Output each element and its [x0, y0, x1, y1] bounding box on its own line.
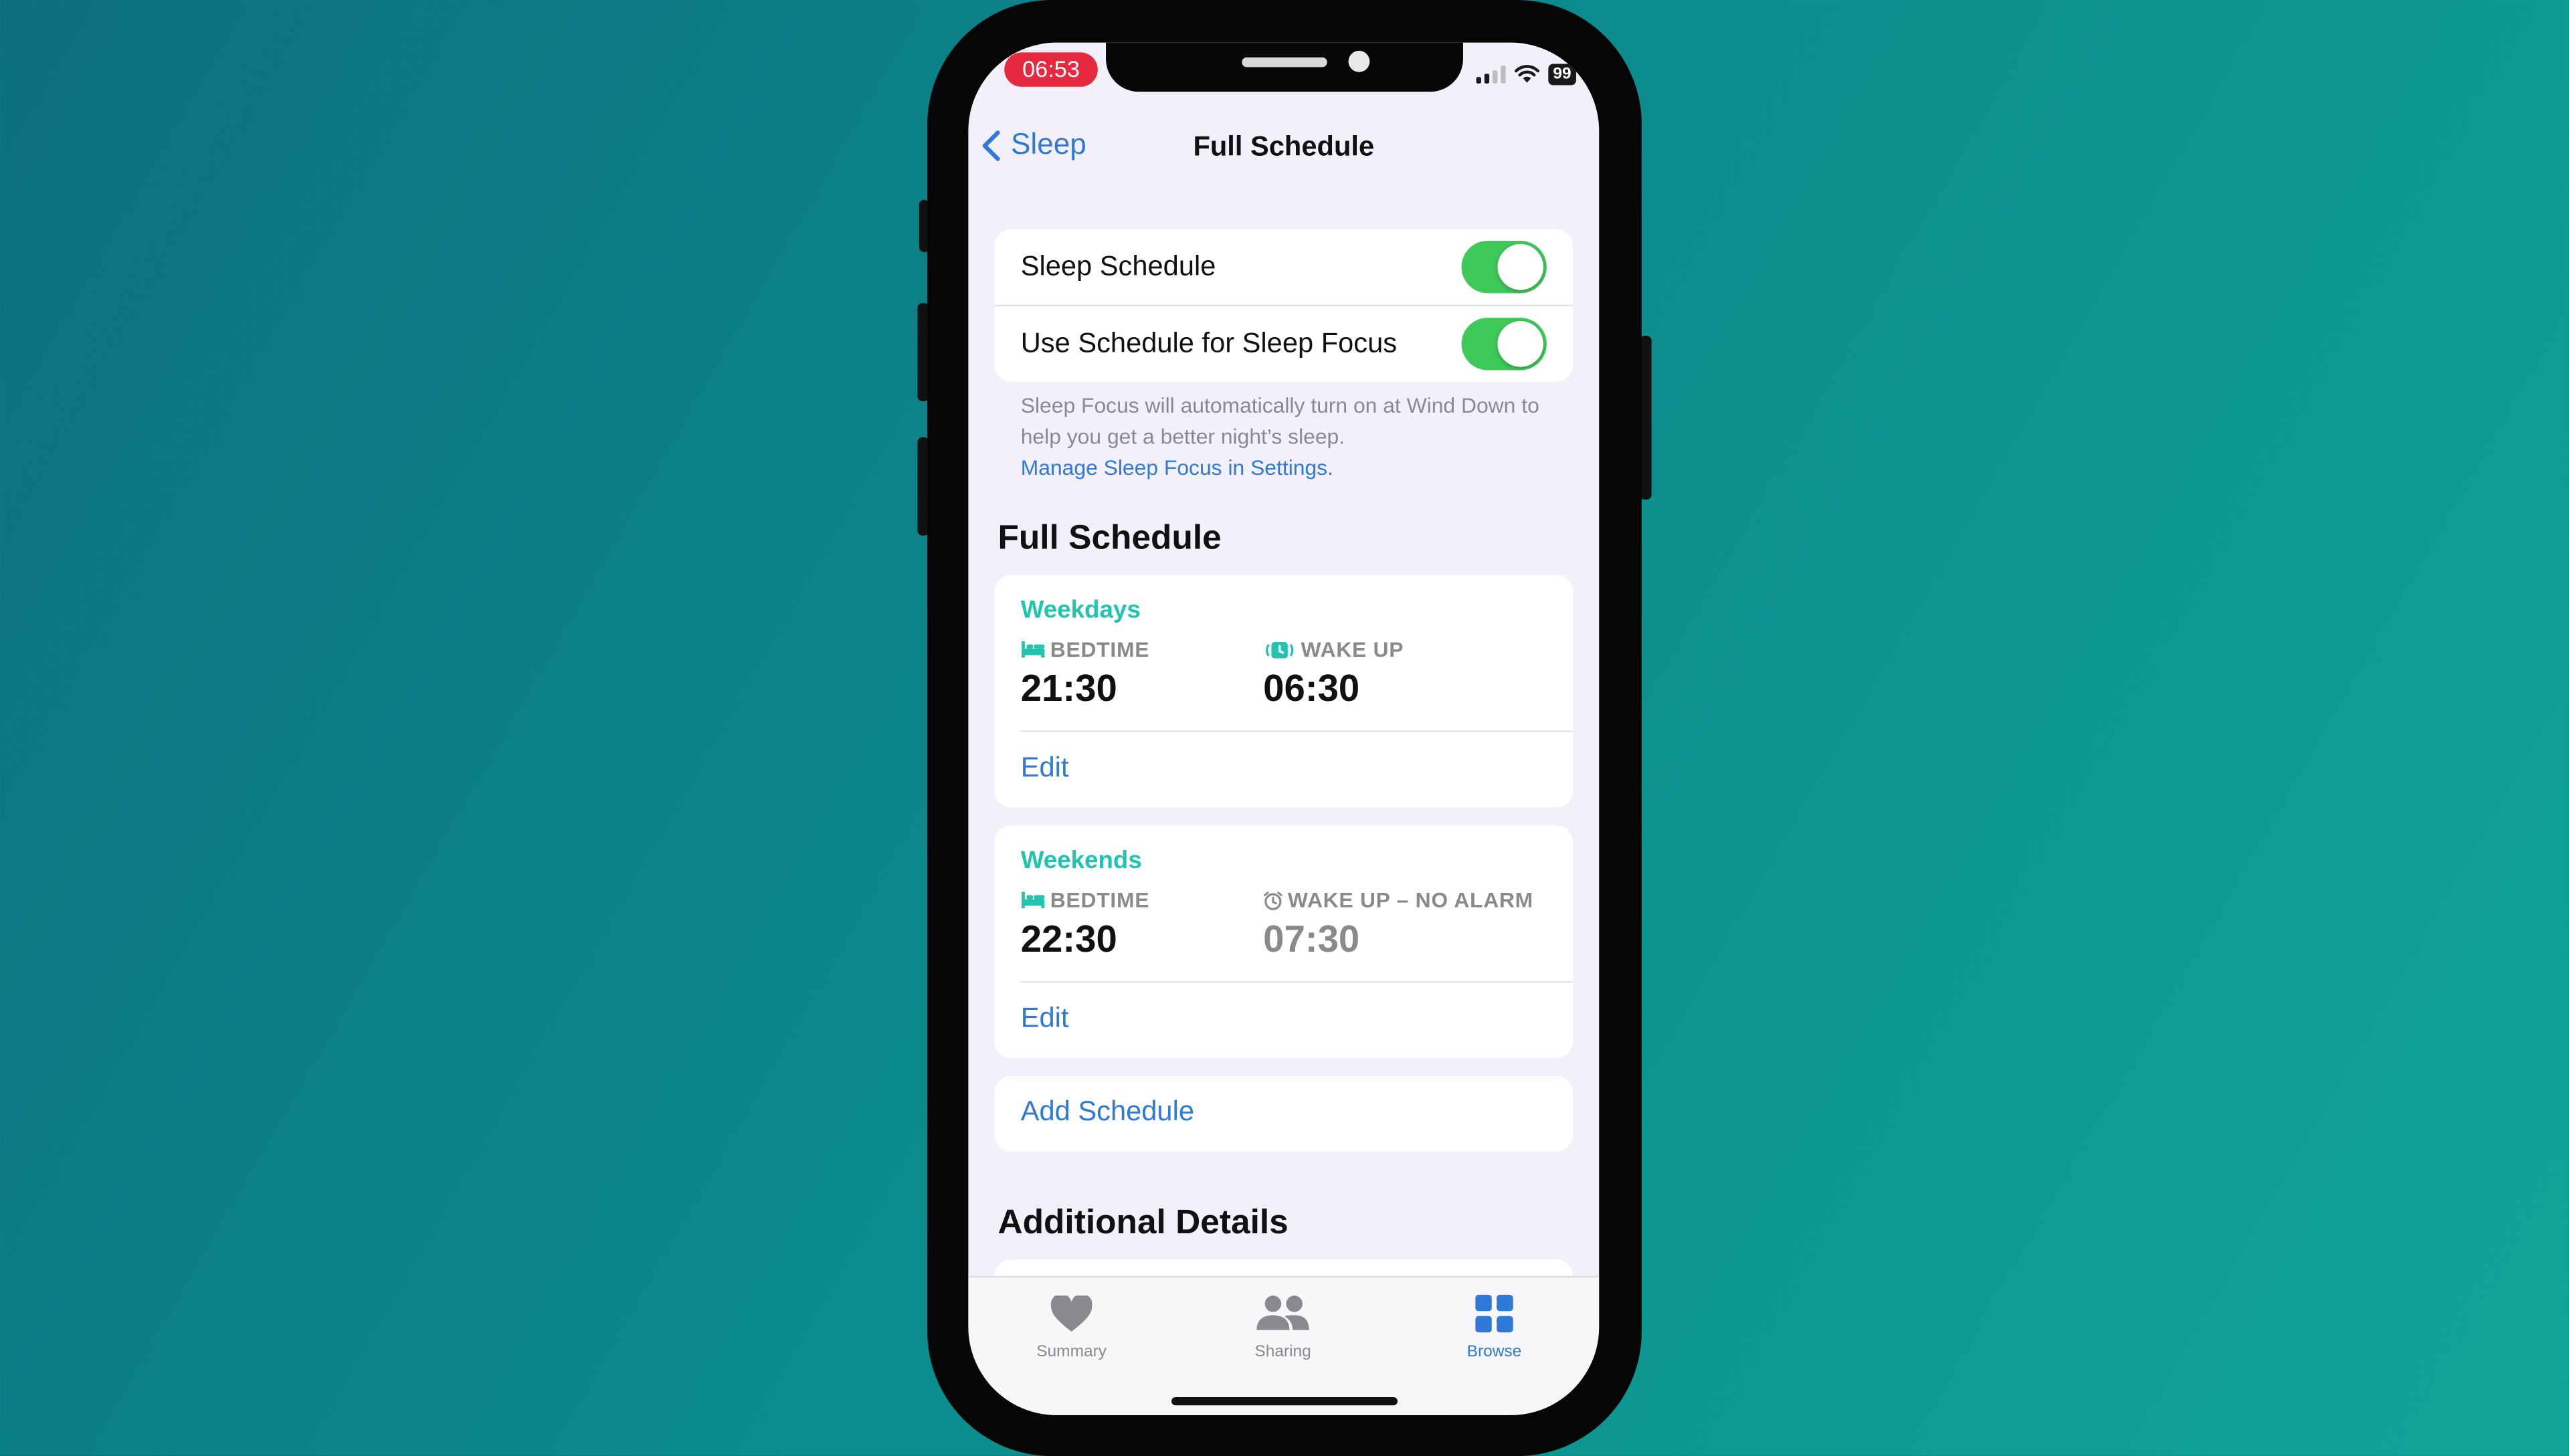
- schedule-title: Weekdays: [1020, 596, 1141, 625]
- status-time[interactable]: 06:53: [1004, 52, 1098, 87]
- toggle-label: Use Schedule for Sleep Focus: [1020, 327, 1398, 359]
- bedtime-value: 21:30: [1020, 666, 1117, 710]
- battery-indicator: 99: [1547, 63, 1576, 85]
- front-camera: [1348, 50, 1370, 72]
- additional-details-heading: Additional Details: [997, 1204, 1289, 1242]
- manage-sleep-focus-link[interactable]: Manage Sleep Focus in Settings.: [1021, 452, 1545, 484]
- bed-icon: [1021, 892, 1045, 908]
- toggle-row-sleep-schedule: Sleep Schedule: [995, 229, 1573, 305]
- stage: 06:53 99 Sleep Full Schedule Sleep Sched…: [0, 0, 2569, 1456]
- bed-icon: [1021, 641, 1045, 658]
- toggles-card: Sleep Schedule Use Schedule for Sleep Fo…: [994, 229, 1574, 382]
- people-icon: [1256, 1295, 1309, 1330]
- edit-weekends-button[interactable]: Edit: [1021, 1003, 1069, 1035]
- sleep-focus-toggle[interactable]: [1461, 318, 1547, 371]
- alarm-ringing-icon: [1266, 641, 1294, 658]
- bedtime-label: BEDTIME: [1021, 888, 1150, 912]
- page-title: Full Schedule: [1193, 130, 1375, 163]
- add-schedule-button[interactable]: Add Schedule: [1021, 1096, 1194, 1128]
- power-button: [1640, 336, 1652, 500]
- schedule-card-weekdays: Weekdays BEDTIME 21:30 WAKE UP 06:30 Edi…: [994, 575, 1574, 808]
- cellular-signal-icon: [1476, 64, 1506, 83]
- edit-weekdays-button[interactable]: Edit: [1021, 752, 1069, 785]
- sleep-focus-footnote: Sleep Focus will automatically turn on a…: [1021, 390, 1545, 484]
- card-divider: [1020, 980, 1574, 983]
- heart-icon: [1050, 1294, 1092, 1331]
- wake-up-value: 06:30: [1263, 666, 1360, 710]
- tab-bar: Summary Sharing Browse: [968, 1275, 1600, 1415]
- toggle-label: Sleep Schedule: [1020, 250, 1216, 282]
- schedule-title: Weekends: [1020, 847, 1142, 875]
- wifi-icon: [1514, 65, 1539, 83]
- bedtime-label: BEDTIME: [1021, 637, 1150, 661]
- sleep-schedule-toggle[interactable]: [1461, 241, 1547, 294]
- alarm-clock-icon: [1264, 891, 1282, 910]
- tab-label: Browse: [1466, 1343, 1522, 1362]
- wake-up-label: WAKE UP: [1263, 637, 1404, 661]
- tab-label: Sharing: [1254, 1343, 1311, 1362]
- home-indicator: [1171, 1396, 1398, 1406]
- toggle-row-sleep-focus: Use Schedule for Sleep Focus: [994, 304, 1574, 382]
- tab-sharing[interactable]: Sharing: [1201, 1291, 1365, 1361]
- speaker-grille: [1242, 57, 1327, 68]
- grid-icon: [1475, 1294, 1513, 1333]
- phone-frame: 06:53 99 Sleep Full Schedule Sleep Sched…: [927, 0, 1642, 1456]
- wake-up-label: WAKE UP – NO ALARM: [1263, 888, 1533, 912]
- schedule-card-weekends: Weekends BEDTIME 22:30 WAKE UP – NO ALAR…: [994, 825, 1574, 1059]
- tab-browse[interactable]: Browse: [1412, 1291, 1576, 1361]
- full-schedule-heading: Full Schedule: [997, 519, 1222, 557]
- status-indicators: 99: [1476, 62, 1576, 85]
- add-schedule-card: Add Schedule: [994, 1075, 1574, 1152]
- footnote-text: Sleep Focus will automatically turn on a…: [1020, 393, 1539, 449]
- card-divider: [1020, 730, 1574, 732]
- tab-label: Summary: [1036, 1343, 1107, 1362]
- notch: [1106, 42, 1463, 92]
- tab-summary[interactable]: Summary: [989, 1291, 1153, 1361]
- navigation-bar: Sleep Full Schedule: [968, 124, 1599, 173]
- bedtime-value: 22:30: [1020, 917, 1117, 960]
- wake-up-value: 07:30: [1263, 917, 1360, 960]
- phone-screen: 06:53 99 Sleep Full Schedule Sleep Sched…: [968, 42, 1600, 1415]
